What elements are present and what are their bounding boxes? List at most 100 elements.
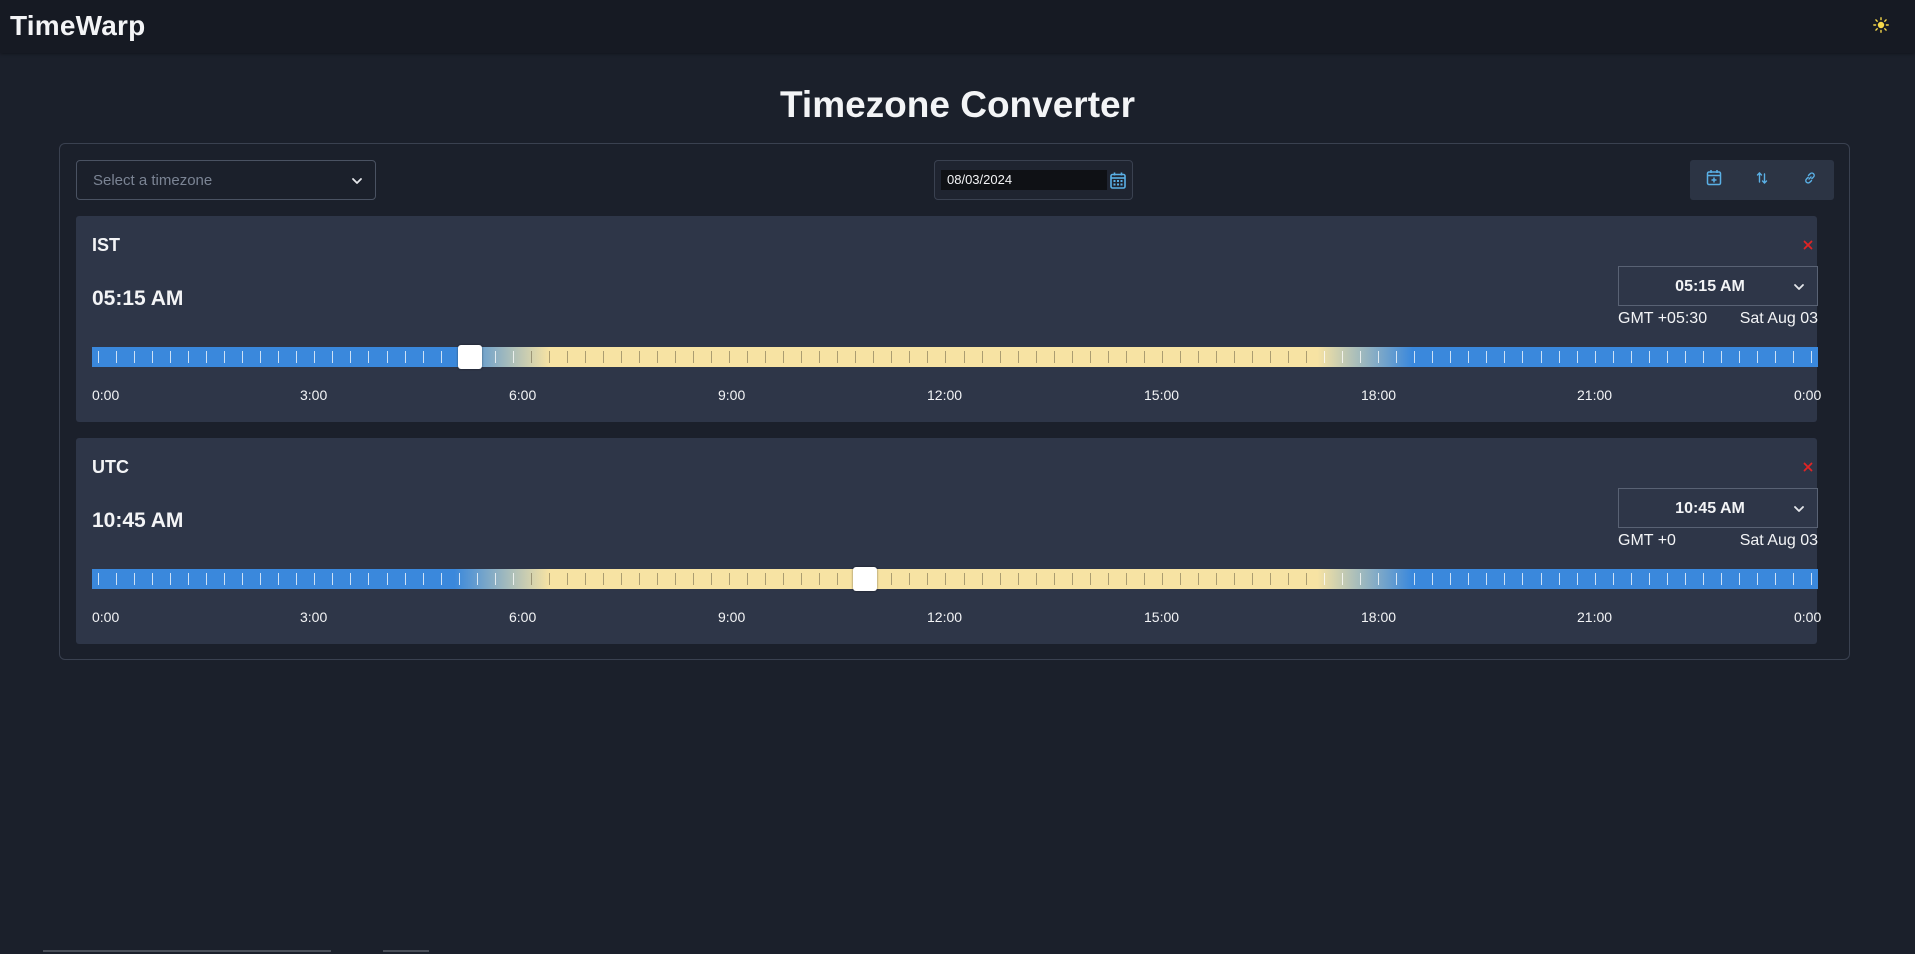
add-to-calendar-button[interactable] (1690, 160, 1738, 200)
slider-tick (765, 351, 767, 363)
slider-tick (1270, 351, 1272, 363)
time-slider-thumb[interactable] (457, 345, 482, 369)
slider-tick (1774, 351, 1776, 363)
page-title: Timezone Converter (779, 84, 1136, 125)
slider-tick (638, 351, 640, 363)
slider-tick (296, 351, 298, 363)
slider-tick (1233, 351, 1235, 363)
slider-tick (476, 573, 478, 585)
slider-tick (1035, 351, 1037, 363)
slider-tick (981, 573, 983, 585)
time-slider-track[interactable] (92, 567, 1818, 591)
slider-tick (1612, 351, 1614, 363)
slider-tick (1810, 351, 1812, 363)
slider-tick (1684, 573, 1686, 585)
slider-tick (1576, 351, 1578, 363)
remove-timezone-button[interactable] (1801, 460, 1815, 474)
slider-tick (1540, 573, 1542, 585)
slider-tick (1017, 351, 1019, 363)
slider-tick (1378, 573, 1380, 585)
hour-label: 15:00 (1144, 609, 1180, 625)
copy-link-button[interactable] (1786, 160, 1834, 200)
gmt-offset: GMT +0 (1618, 532, 1676, 549)
slider-tick (1197, 573, 1199, 585)
app-title[interactable]: TimeWarp (10, 10, 145, 42)
close-icon (1803, 240, 1813, 250)
horizontal-scrollbar[interactable] (43, 950, 331, 952)
slider-tick (819, 573, 821, 585)
slider-tick (1270, 573, 1272, 585)
slider-tick (512, 573, 514, 585)
slider-tick (1684, 351, 1686, 363)
timezone-select-placeholder: Select a timezone (93, 172, 213, 189)
hour-label: 12:00 (927, 387, 963, 403)
timezone-card: IST 05:15 AM 05:15 AM GMT +05:30 Sat Aug… (76, 216, 1821, 422)
slider-tick (927, 351, 929, 363)
swap-sort-icon (1756, 171, 1768, 190)
timezone-select[interactable]: Select a timezone (76, 160, 376, 200)
slider-tick (819, 351, 821, 363)
remove-timezone-button[interactable] (1801, 238, 1815, 252)
slider-tick (981, 351, 983, 363)
time-slider-track[interactable] (92, 345, 1818, 369)
hour-label: 9:00 (718, 609, 746, 625)
current-time: 10:45 AM (92, 509, 184, 532)
slider-tick (1107, 351, 1109, 363)
slider-tick (314, 351, 316, 363)
slider-tick (1378, 351, 1380, 363)
slider-tick (638, 573, 640, 585)
slider-tick (1360, 573, 1362, 585)
slider-tick (927, 573, 929, 585)
slider-tick (1089, 351, 1091, 363)
hour-label: 21:00 (1577, 387, 1613, 403)
slider-tick (1432, 351, 1434, 363)
calendar-icon[interactable] (1110, 172, 1126, 194)
slider-tick (1738, 351, 1740, 363)
slider-tick (1558, 351, 1560, 363)
hour-labels: 0:00 3:00 6:00 9:00 12:00 15:00 18:00 21… (92, 387, 1821, 405)
time-select[interactable]: 05:15 AM (1618, 266, 1818, 306)
slider-tick (1053, 351, 1055, 363)
slider-tick (1414, 351, 1416, 363)
time-slider-thumb[interactable] (853, 567, 878, 591)
slider-tick (206, 351, 208, 363)
slider-tick (1107, 573, 1109, 585)
slider-tick (116, 351, 118, 363)
hour-label: 0:00 (92, 387, 120, 403)
slider-tick (1324, 573, 1326, 585)
date-input[interactable]: 08/03/2024 (941, 170, 1107, 190)
slider-tick (224, 351, 226, 363)
slider-tick (1594, 573, 1596, 585)
slider-tick (1396, 351, 1398, 363)
slider-tick (584, 573, 586, 585)
slider-tick (368, 351, 370, 363)
slider-tick (1342, 573, 1344, 585)
slider-tick (729, 573, 731, 585)
slider-tick (1197, 351, 1199, 363)
slider-tick (1720, 351, 1722, 363)
slider-tick (170, 573, 172, 585)
slider-tick (386, 573, 388, 585)
time-select[interactable]: 10:45 AM (1618, 488, 1818, 528)
slider-tick (693, 351, 695, 363)
slider-tick (945, 351, 947, 363)
sun-icon[interactable] (1870, 14, 1892, 36)
slider-tick (1504, 573, 1506, 585)
slider-tick (1666, 573, 1668, 585)
slider-tick (1540, 351, 1542, 363)
calendar-add-icon (1706, 169, 1722, 191)
slider-tick (1612, 573, 1614, 585)
slider-tick (963, 573, 965, 585)
slider-tick (1576, 573, 1578, 585)
slider-tick (1252, 351, 1253, 363)
swap-timezones-button[interactable] (1738, 160, 1786, 200)
slider-tick (566, 351, 568, 363)
slider-tick (1486, 351, 1488, 363)
slider-tick (1233, 573, 1235, 585)
slider-tick (1792, 573, 1794, 585)
slider-tick (999, 351, 1001, 363)
slider-tick (224, 573, 226, 585)
slider-tick (116, 573, 118, 585)
slider-tick (1738, 573, 1740, 585)
slider-tick (602, 351, 604, 363)
